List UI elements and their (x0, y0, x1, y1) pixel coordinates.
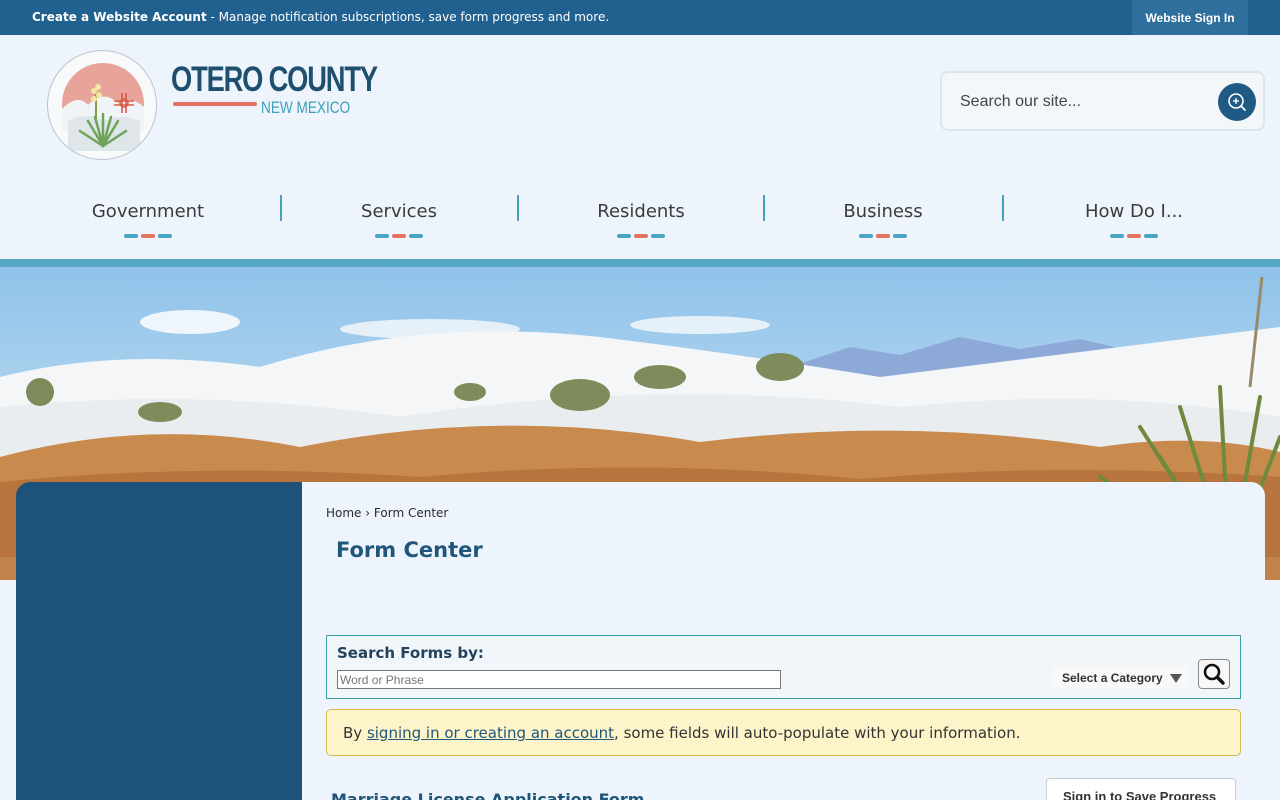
magnifier-icon (1203, 663, 1225, 685)
nav-divider (517, 195, 519, 221)
site-search-input[interactable] (960, 91, 1200, 113)
state-name: NEW MEXICO (261, 98, 351, 117)
county-name[interactable]: OTERO COUNTY (171, 62, 378, 97)
header-accent-band (0, 259, 1280, 267)
sign-in-or-create-account-link[interactable]: signing in or creating an account (367, 724, 614, 742)
create-account-description: - Manage notification subscriptions, sav… (206, 10, 610, 24)
autofill-notice-text: By signing in or creating an account, so… (343, 724, 1021, 742)
nav-item-services[interactable]: Services (319, 201, 479, 245)
nav-label: Residents (597, 201, 685, 222)
create-account-message[interactable]: Create a Website Account - Manage notifi… (32, 10, 609, 24)
nav-divider (763, 195, 765, 221)
sign-in-to-save-progress-button[interactable]: Sign in to Save Progress (1046, 778, 1236, 800)
nav-divider (1002, 195, 1004, 221)
notice-suffix: , some fields will auto-populate with yo… (614, 724, 1021, 742)
dropdown-arrow-icon (1170, 674, 1182, 683)
nav-decoration (617, 234, 665, 238)
nav-item-government[interactable]: Government (68, 201, 228, 245)
form-title-link[interactable]: Marriage License Application Form (331, 790, 644, 800)
breadcrumb-home-link[interactable]: Home (326, 506, 361, 520)
nav-label: Business (843, 201, 923, 222)
nav-item-how-do-i[interactable]: How Do I... (1054, 201, 1214, 245)
save-progress-label: Sign in to Save Progress (1063, 789, 1217, 800)
left-sidebar (16, 482, 304, 800)
form-search-button[interactable] (1198, 659, 1230, 689)
form-search-panel: Search Forms by: Select a Category (326, 635, 1241, 699)
nav-decoration (375, 234, 423, 238)
breadcrumb-separator: › (365, 506, 371, 520)
top-bar: Create a Website Account - Manage notifi… (0, 0, 1280, 35)
site-search (940, 71, 1265, 131)
create-account-link[interactable]: Create a Website Account (32, 10, 207, 24)
nav-label: How Do I... (1084, 201, 1184, 222)
page-title: Form Center (336, 538, 483, 562)
nav-decoration (1110, 234, 1158, 238)
nav-item-residents[interactable]: Residents (561, 201, 721, 245)
search-icon (1228, 93, 1246, 111)
yucca-logo-icon (62, 63, 144, 151)
notice-prefix: By (343, 724, 367, 742)
nav-label: Services (361, 201, 437, 222)
nav-decoration (859, 234, 907, 238)
form-search-input[interactable] (337, 670, 781, 689)
nav-item-business[interactable]: Business (803, 201, 963, 245)
breadcrumb: Home › Form Center (326, 506, 448, 520)
autofill-notice: By signing in or creating an account, so… (326, 709, 1241, 756)
site-header: OTERO COUNTY NEW MEXICO Government Servi… (0, 35, 1280, 259)
county-seal-logo[interactable] (47, 50, 157, 160)
category-select-label: Select a Category (1062, 671, 1163, 685)
main-navigation: Government Services Residents Business H… (0, 195, 1280, 245)
logo-underline (173, 102, 257, 106)
nav-decoration (124, 234, 172, 238)
category-select[interactable]: Select a Category (1053, 666, 1188, 689)
site-search-button[interactable] (1218, 83, 1256, 121)
website-sign-in-button[interactable]: Website Sign In (1132, 0, 1248, 35)
main-content: Home › Form Center Form Center Search Fo… (302, 482, 1265, 800)
nav-divider (280, 195, 282, 221)
nav-label: Government (91, 201, 205, 222)
breadcrumb-current: Form Center (373, 506, 449, 520)
form-search-label: Search Forms by: (337, 644, 484, 662)
